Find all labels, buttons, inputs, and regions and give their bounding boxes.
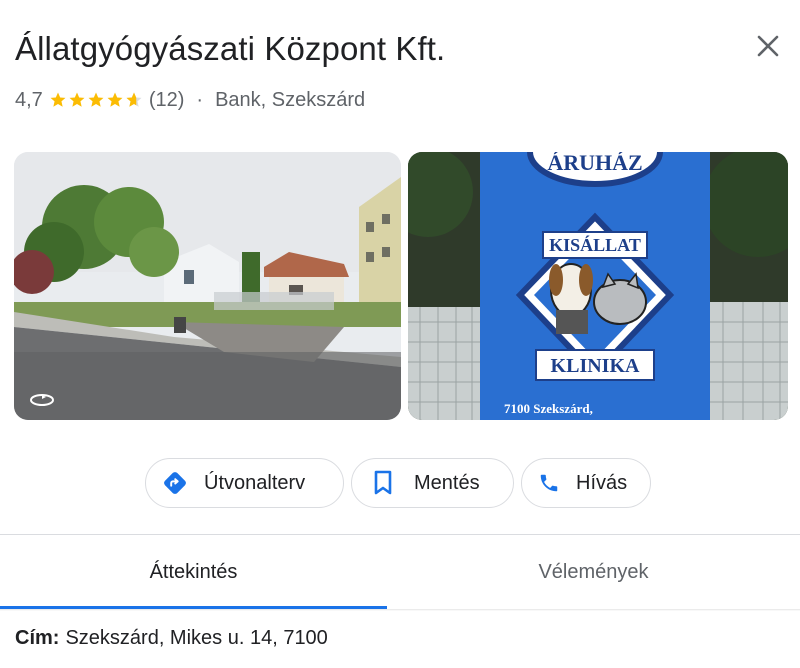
rating-value: 4,7 (15, 88, 43, 111)
category-location: Bank, Szekszárd (215, 88, 366, 111)
sign-bottom-text: 7100 Szekszárd, (504, 401, 593, 416)
address-label: Cím: (15, 627, 60, 649)
star-icon (88, 92, 104, 107)
separator-dot: · (196, 88, 204, 111)
star-icon (107, 92, 123, 107)
star-half-icon (126, 92, 142, 107)
close-button[interactable] (748, 26, 788, 66)
sign-line1-text: KISÁLLAT (549, 234, 641, 255)
call-button[interactable]: Hívás (521, 458, 651, 508)
call-label: Hívás (576, 471, 628, 494)
directions-button[interactable]: Útvonalterv (145, 458, 344, 508)
clinic-sign-image: ÁRUHÁZ KISÁLLAT KLINIKA 7100 Szekszárd, (408, 152, 788, 420)
address-value[interactable]: Szekszárd, Mikes u. 14, 7100 (65, 627, 327, 649)
close-icon (757, 35, 779, 57)
tab-reviews[interactable]: Vélemények (387, 536, 800, 609)
address-row: Cím: Szekszárd, Mikes u. 14, 7100 (15, 627, 328, 650)
sign-line2-text: KLINIKA (551, 355, 640, 377)
star-icon (69, 92, 85, 107)
directions-icon (146, 470, 204, 496)
clinic-sign-photo[interactable]: ÁRUHÁZ KISÁLLAT KLINIKA 7100 Szekszárd, (408, 152, 788, 420)
save-button[interactable]: Mentés (351, 458, 514, 508)
star-icon (50, 92, 66, 107)
review-count[interactable]: (12) (149, 89, 185, 112)
sign-top-text: ÁRUHÁZ (547, 152, 642, 175)
tab-overview[interactable]: Áttekintés (0, 536, 387, 609)
bookmark-icon (352, 470, 414, 496)
place-card: Állatgyógyászati Központ Kft. 4,7 (12) ·… (0, 0, 800, 668)
street-scene-image (14, 152, 401, 420)
action-bar: Útvonalterv Mentés Hívás (0, 458, 800, 510)
street-view-360-icon[interactable] (28, 388, 56, 412)
place-title: Állatgyógyászati Központ Kft. (15, 30, 446, 67)
directions-label: Útvonalterv (204, 471, 306, 494)
tab-bar-shadow (0, 609, 800, 611)
street-view-photo[interactable] (14, 152, 401, 420)
save-label: Mentés (414, 471, 480, 494)
rating-row: 4,7 (12) · Bank, Szekszárd (15, 86, 365, 114)
divider (0, 534, 800, 535)
star-rating (49, 91, 143, 109)
phone-icon (522, 472, 576, 494)
